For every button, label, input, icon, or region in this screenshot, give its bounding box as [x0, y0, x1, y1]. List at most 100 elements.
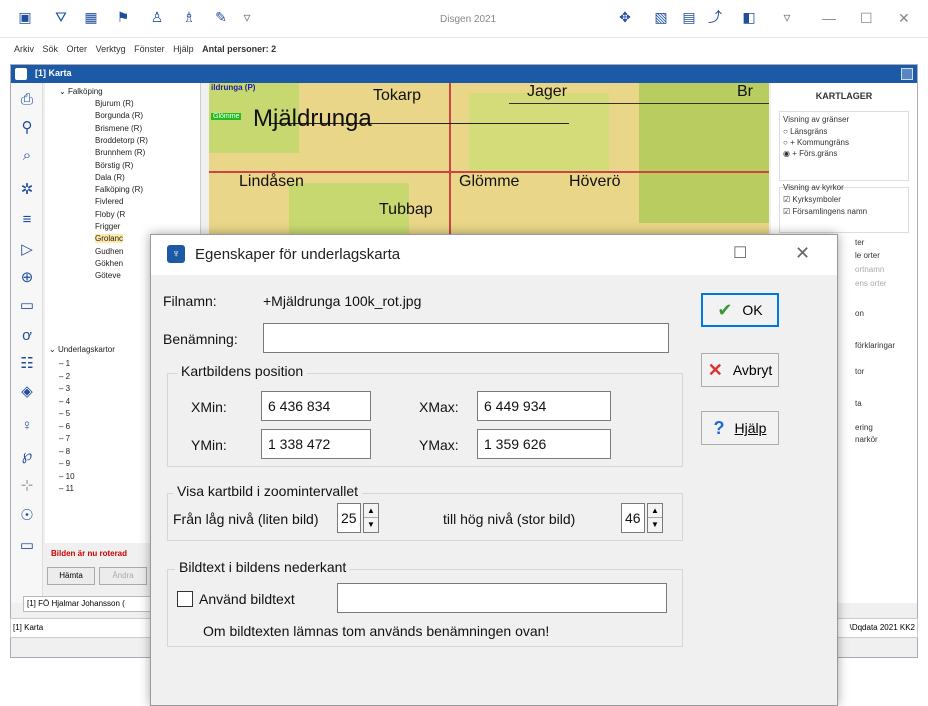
high-level-spinner[interactable]: ▲ ▼ — [647, 503, 663, 533]
tree-item[interactable]: Broddetorp (R) — [95, 136, 148, 145]
radio-kommungrans[interactable]: ○ + Kommungräns — [783, 138, 849, 147]
route-icon[interactable]: ℘ — [17, 445, 37, 465]
tree-item[interactable]: Gudhen — [95, 247, 123, 256]
edit-icon[interactable]: ✎ — [212, 8, 230, 26]
customize-dropdown-icon[interactable]: ▿ — [778, 8, 796, 26]
close-icon[interactable]: ✕ — [898, 10, 910, 27]
xmax-input[interactable]: 6 449 934 — [477, 391, 611, 421]
maximize-icon[interactable]: ☐ — [860, 10, 873, 27]
tree-item[interactable]: Börstig (R) — [95, 161, 133, 170]
tree-item[interactable]: Dala (R) — [95, 173, 125, 182]
cancel-button[interactable]: ✕ Avbryt — [701, 353, 779, 387]
map-icon[interactable]: ▧ — [652, 8, 670, 26]
find-person-icon[interactable]: ⚲ — [17, 117, 37, 137]
tree-item[interactable]: Falköping (R) — [95, 185, 143, 194]
underlagskarta-item[interactable]: – 11 — [59, 484, 74, 493]
tree-item[interactable]: Floby (R — [95, 210, 125, 219]
help-button[interactable]: ? Hjälp — [701, 411, 779, 445]
ymin-input[interactable]: 1 338 472 — [261, 429, 371, 459]
underlagskarta-item[interactable]: – 7 — [59, 434, 70, 443]
report-icon[interactable]: ▤ — [680, 8, 698, 26]
checkbox-forsamlingens-namn[interactable]: ☑ Församlingens namn — [783, 207, 867, 216]
tree-item[interactable]: Grolanc — [95, 234, 124, 244]
menu-fonster[interactable]: Fönster — [134, 44, 165, 54]
tree-item[interactable]: Gökhen — [95, 259, 123, 268]
pin-icon[interactable]: ơ — [17, 325, 37, 345]
tree-section-underlagskartor[interactable]: ⌄ Underlagskartor — [49, 345, 115, 354]
dialog-close-icon[interactable]: ✕ — [795, 243, 810, 264]
ymax-input[interactable]: 1 359 626 — [477, 429, 611, 459]
print-icon[interactable]: ⎙ — [17, 89, 37, 109]
andra-button[interactable]: Ändra — [99, 567, 147, 585]
benamning-input[interactable] — [263, 323, 669, 353]
underlagskarta-item[interactable]: – 10 — [59, 472, 75, 481]
menu-orter[interactable]: Orter — [67, 44, 88, 54]
filter-icon[interactable]: ⛛ — [52, 8, 70, 26]
frame-icon[interactable]: ▭ — [17, 535, 37, 555]
underlagskarta-item[interactable]: – 8 — [59, 447, 70, 456]
quickaccess-dropdown-icon[interactable]: ▿ — [238, 8, 256, 26]
move-icon[interactable]: ✥ — [616, 8, 634, 26]
menu-verktyg[interactable]: Verktyg — [96, 44, 126, 54]
underlagskarta-item[interactable]: – 6 — [59, 422, 70, 431]
xmin-input[interactable]: 6 436 834 — [261, 391, 371, 421]
tree-item[interactable]: Bjurum (R) — [95, 99, 134, 108]
tree-item[interactable]: Brismene (R) — [95, 124, 142, 133]
zoom-in-icon[interactable]: ⊕ — [17, 267, 37, 287]
pointer-icon[interactable]: ▷ — [17, 239, 37, 259]
app-logo-icon[interactable]: ▣ — [16, 8, 34, 26]
flag-icon[interactable]: ⚑ — [114, 8, 132, 26]
menu-arkiv[interactable]: Arkiv — [14, 44, 34, 54]
spin-up-icon[interactable]: ▲ — [648, 504, 662, 518]
map-window-maximize-button[interactable] — [901, 68, 913, 80]
ok-button[interactable]: ✔ OK — [701, 293, 779, 327]
ruler-icon[interactable]: ▭ — [17, 295, 37, 315]
underlagskarta-item[interactable]: – 9 — [59, 459, 70, 468]
calendar-icon[interactable]: ▦ — [82, 8, 100, 26]
settings-icon[interactable]: ✲ — [17, 179, 37, 199]
radio-forsgrans[interactable]: ◉ + Förs.gräns — [783, 149, 837, 158]
tree-item[interactable]: Brunnhem (R) — [95, 148, 145, 157]
tree-item[interactable]: Göteve — [95, 271, 121, 280]
tree-item[interactable]: Frigger — [95, 222, 120, 231]
use-caption-checkbox[interactable] — [177, 591, 193, 607]
person-tree-icon[interactable]: ♗ — [180, 8, 198, 26]
high-level-input[interactable]: 46 — [621, 503, 645, 533]
stack-icon[interactable]: ◈ — [17, 381, 37, 401]
search-icon[interactable]: ⌕ — [17, 145, 37, 165]
hamta-button[interactable]: Hämta — [47, 567, 95, 585]
checkbox-kyrksymboler[interactable]: ☑ Kyrksymboler — [783, 195, 841, 204]
caption-input[interactable] — [337, 583, 667, 613]
tree-item[interactable]: Borgunda (R) — [95, 111, 143, 120]
underlagskarta-item[interactable]: – 3 — [59, 384, 70, 393]
menu-sok[interactable]: Sök — [43, 44, 59, 54]
gender-icon[interactable]: ♀ — [17, 415, 37, 435]
link-icon[interactable]: ⤴ — [706, 8, 724, 26]
spin-up-icon[interactable]: ▲ — [364, 504, 378, 518]
tree-icon[interactable]: ⊹ — [17, 475, 37, 495]
panel-label: narkör — [855, 435, 878, 444]
menu-hjalp[interactable]: Hjälp — [173, 44, 194, 54]
low-level-input[interactable]: 25 — [337, 503, 361, 533]
underlagskarta-item[interactable]: – 1 — [59, 359, 70, 368]
tree-item[interactable]: Fivlered — [95, 197, 123, 206]
layers-icon[interactable]: ☷ — [17, 353, 37, 373]
spin-down-icon[interactable]: ▼ — [364, 518, 378, 532]
window-icon[interactable]: ◧ — [740, 8, 758, 26]
underlagskarta-item[interactable]: – 4 — [59, 397, 70, 406]
dialog-maximize-icon[interactable]: ☐ — [733, 243, 747, 263]
status-left: [1] Karta — [13, 623, 44, 632]
cancel-label: Avbryt — [732, 362, 773, 378]
low-level-spinner[interactable]: ▲ ▼ — [363, 503, 379, 533]
minimize-icon[interactable]: — — [822, 10, 836, 26]
use-caption-label[interactable]: Använd bildtext — [199, 591, 295, 607]
globe-icon[interactable]: ☉ — [17, 505, 37, 525]
tree-parent[interactable]: ⌄ Falköping — [59, 87, 103, 96]
rotation-warning: Bilden är nu roterad — [51, 549, 128, 558]
underlagskarta-item[interactable]: – 2 — [59, 372, 70, 381]
spin-down-icon[interactable]: ▼ — [648, 518, 662, 532]
list-icon[interactable]: ≡ — [17, 209, 37, 229]
underlagskarta-item[interactable]: – 5 — [59, 409, 70, 418]
radio-lansgrans[interactable]: ○ Länsgräns — [783, 127, 827, 136]
person-icon[interactable]: ♙ — [148, 8, 166, 26]
